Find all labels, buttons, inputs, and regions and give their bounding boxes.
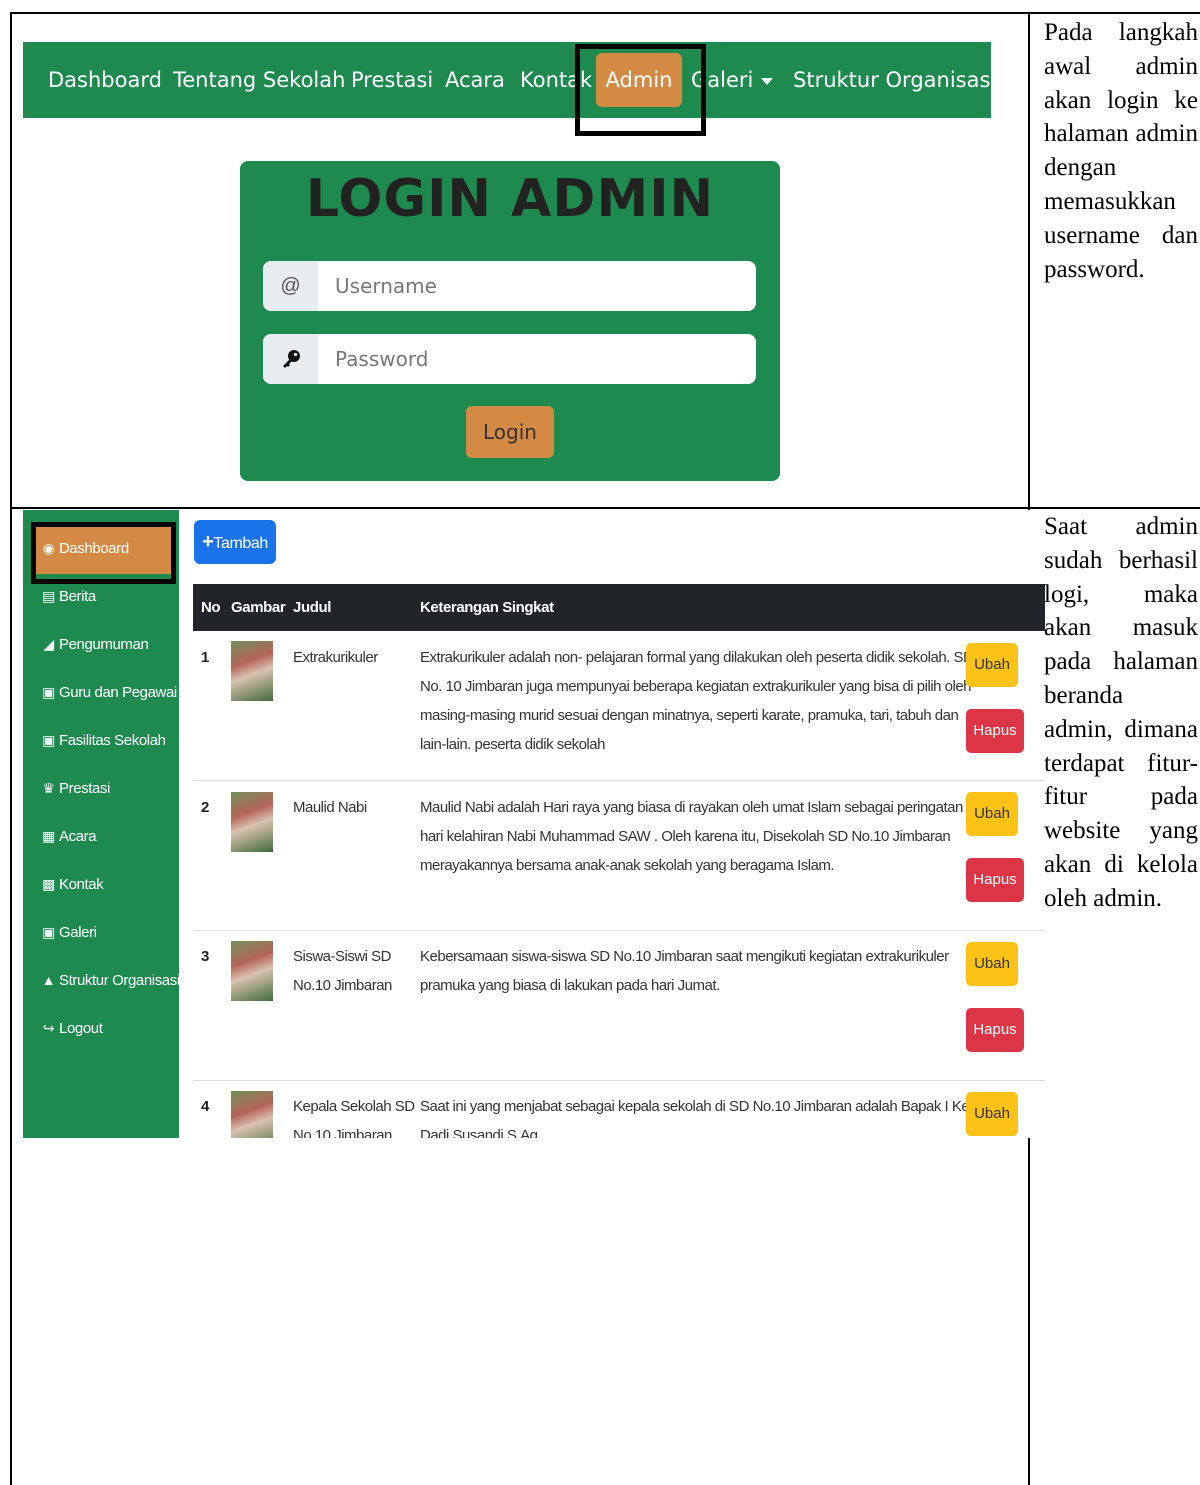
edit-button[interactable]: Ubah	[966, 792, 1018, 836]
cell-keterangan-line: merayakannya bersama anak-anak sekolah y…	[420, 857, 835, 874]
header-no: No	[201, 599, 221, 616]
step1-description-text: Pada langkah awal admin akan login ke ha…	[1044, 19, 1198, 283]
cell-keterangan-line: Extrakurikuler adalah non- pelajaran for…	[420, 649, 974, 666]
cell-judul: Extrakurikuler	[293, 649, 378, 666]
edit-button[interactable]: Ubah	[966, 1092, 1018, 1136]
caret-down-icon	[761, 77, 774, 85]
cell-judul: Kepala Sekolah SD	[293, 1098, 415, 1115]
sidebar-item-struktur-organisasi[interactable]: ▲ Struktur Organisasi	[41, 968, 180, 992]
trophy-icon: ♛	[42, 780, 55, 796]
at-icon: @	[263, 261, 318, 311]
cell-no: 4	[201, 1098, 209, 1115]
sidebar-item-fasilitas-sekolah[interactable]: ▣ Fasilitas Sekolah	[41, 728, 166, 752]
header-judul: Judul	[293, 599, 331, 616]
cell-no: 3	[201, 948, 209, 965]
cell-keterangan-line: lain-lain. peserta didik sekolah	[420, 736, 605, 753]
nav-struktur-organisasi[interactable]: Struktur Organisasi	[793, 42, 996, 118]
row-thumbnail	[231, 792, 273, 852]
table-divider-horizontal	[10, 507, 1200, 509]
cell-no: 2	[201, 799, 209, 816]
newspaper-icon: ▤	[42, 588, 55, 604]
nav-prestasi[interactable]: Prestasi	[351, 42, 433, 118]
images-icon: ▣	[42, 924, 55, 940]
nav-tentang-sekolah[interactable]: Tentang Sekolah	[173, 42, 345, 118]
cell-keterangan-line: hari kelahiran Nabi Muhammad SAW . Oleh …	[420, 828, 951, 845]
cell-keterangan-line: Maulid Nabi adalah Hari raya yang biasa …	[420, 799, 963, 816]
sidebar-item-label: Kontak	[59, 876, 104, 893]
sidebar-item-label: Prestasi	[59, 780, 110, 797]
cell-judul: No.10 Jimbaran	[293, 977, 392, 994]
contact-book-icon: ▩	[42, 876, 55, 892]
sidebar-item-label: Acara	[59, 828, 97, 845]
add-button-label: Tambah	[213, 535, 268, 552]
username-placeholder: Username	[335, 274, 437, 298]
nav-acara[interactable]: Acara	[445, 42, 505, 118]
row-separator	[193, 1080, 1045, 1081]
palette-icon: ◉	[42, 540, 55, 556]
cell-judul: Siswa-Siswi SD	[293, 948, 392, 965]
logout-icon: ↪	[42, 1020, 55, 1036]
sidebar-item-label: Guru dan Pegawai	[59, 684, 177, 701]
password-field[interactable]: Password	[263, 334, 756, 384]
sidebar-item-label: Dashboard	[59, 540, 129, 557]
sidebar-item-label: Galeri	[59, 924, 97, 941]
sidebar-item-kontak[interactable]: ▩ Kontak	[41, 872, 104, 896]
step1-description: Pada langkah awal admin akan login ke ha…	[1044, 16, 1198, 286]
row-separator	[193, 930, 1045, 931]
bullhorn-icon: ◢	[43, 636, 54, 652]
sidebar-item-label: Pengumuman	[59, 636, 149, 653]
sidebar-item-berita[interactable]: ▤ Berita	[41, 584, 96, 608]
header-gambar: Gambar	[231, 599, 286, 616]
sidebar-item-pengumuman[interactable]: ◢ Pengumuman	[41, 632, 148, 656]
nav-dashboard[interactable]: Dashboard	[48, 42, 162, 118]
login-title: LOGIN ADMIN	[305, 169, 715, 229]
sidebar-item-guru-dan-pegawai[interactable]: ▣ Guru dan Pegawai	[41, 680, 177, 704]
calendar-icon: ▦	[42, 828, 55, 844]
add-button[interactable]: +Tambah	[194, 520, 276, 564]
id-card-icon: ▣	[42, 684, 55, 700]
sidebar-item-label: Logout	[59, 1020, 103, 1037]
cell-keterangan-line: Saat ini yang menjabat sebagai kepala se…	[420, 1098, 985, 1115]
login-button[interactable]: Login	[466, 406, 554, 458]
cell-keterangan-line: pramuka yang biasa di lakukan pada hari …	[420, 977, 720, 994]
row-thumbnail	[231, 1091, 273, 1138]
delete-button[interactable]: Hapus	[966, 858, 1024, 902]
cell-keterangan-line: masing-masing murid sesuai dengan minatn…	[420, 707, 959, 724]
sidebar-item-logout[interactable]: ↪ Logout	[41, 1016, 103, 1040]
login-card: LOGIN ADMIN @ Username Password Login	[240, 161, 780, 481]
cell-keterangan-line: Dadi Susandi S.Ag	[420, 1127, 538, 1138]
step2-description-text: Saat admin sudah berhasil logi, maka aka…	[1044, 513, 1198, 912]
username-field[interactable]: @ Username	[263, 261, 756, 311]
sidebar-item-acara[interactable]: ▦ Acara	[41, 824, 97, 848]
cell-judul: No.10 Jimbaran	[293, 1127, 392, 1138]
login-screenshot: Dashboard Tentang Sekolah Prestasi Acara…	[23, 14, 996, 484]
key-icon	[263, 334, 318, 384]
row-separator	[193, 780, 1045, 781]
cell-keterangan-line: Kebersamaan siswa-siswa SD No.10 Jimbara…	[420, 948, 949, 965]
dashboard-screenshot: ◉ Dashboard ▤ Berita ◢ Pengumuman ▣ Guru dan…	[23, 510, 1045, 1138]
sidebar-item-galeri[interactable]: ▣ Galeri	[41, 920, 97, 944]
sitemap-icon: ▲	[41, 972, 56, 988]
delete-button[interactable]: Hapus	[966, 709, 1024, 753]
sidebar-item-label: Berita	[59, 588, 96, 605]
plus-icon: +	[202, 531, 214, 553]
id-card-icon: ▣	[42, 732, 55, 748]
sidebar-item-dashboard[interactable]: ◉ Dashboard	[41, 536, 130, 560]
sidebar-item-label: Fasilitas Sekolah	[59, 732, 166, 749]
sidebar-item-prestasi[interactable]: ♛ Prestasi	[41, 776, 110, 800]
delete-button[interactable]: Hapus	[966, 1008, 1024, 1052]
cell-no: 1	[201, 649, 209, 666]
cell-judul: Maulid Nabi	[293, 799, 367, 816]
edit-button[interactable]: Ubah	[966, 643, 1018, 687]
table-border-left	[10, 12, 12, 1485]
cell-keterangan-line: No. 10 Jimbaran juga mempunyai beberapa …	[420, 678, 972, 695]
row-thumbnail	[231, 641, 273, 701]
sidebar-item-label: Struktur Organisasi	[59, 972, 180, 989]
edit-button[interactable]: Ubah	[966, 942, 1018, 986]
highlight-box-admin	[575, 44, 706, 136]
password-placeholder: Password	[335, 347, 429, 371]
header-keterangan: Keterangan Singkat	[420, 599, 554, 616]
step2-description: Saat admin sudah berhasil logi, maka aka…	[1044, 510, 1198, 916]
row-thumbnail	[231, 941, 273, 1001]
